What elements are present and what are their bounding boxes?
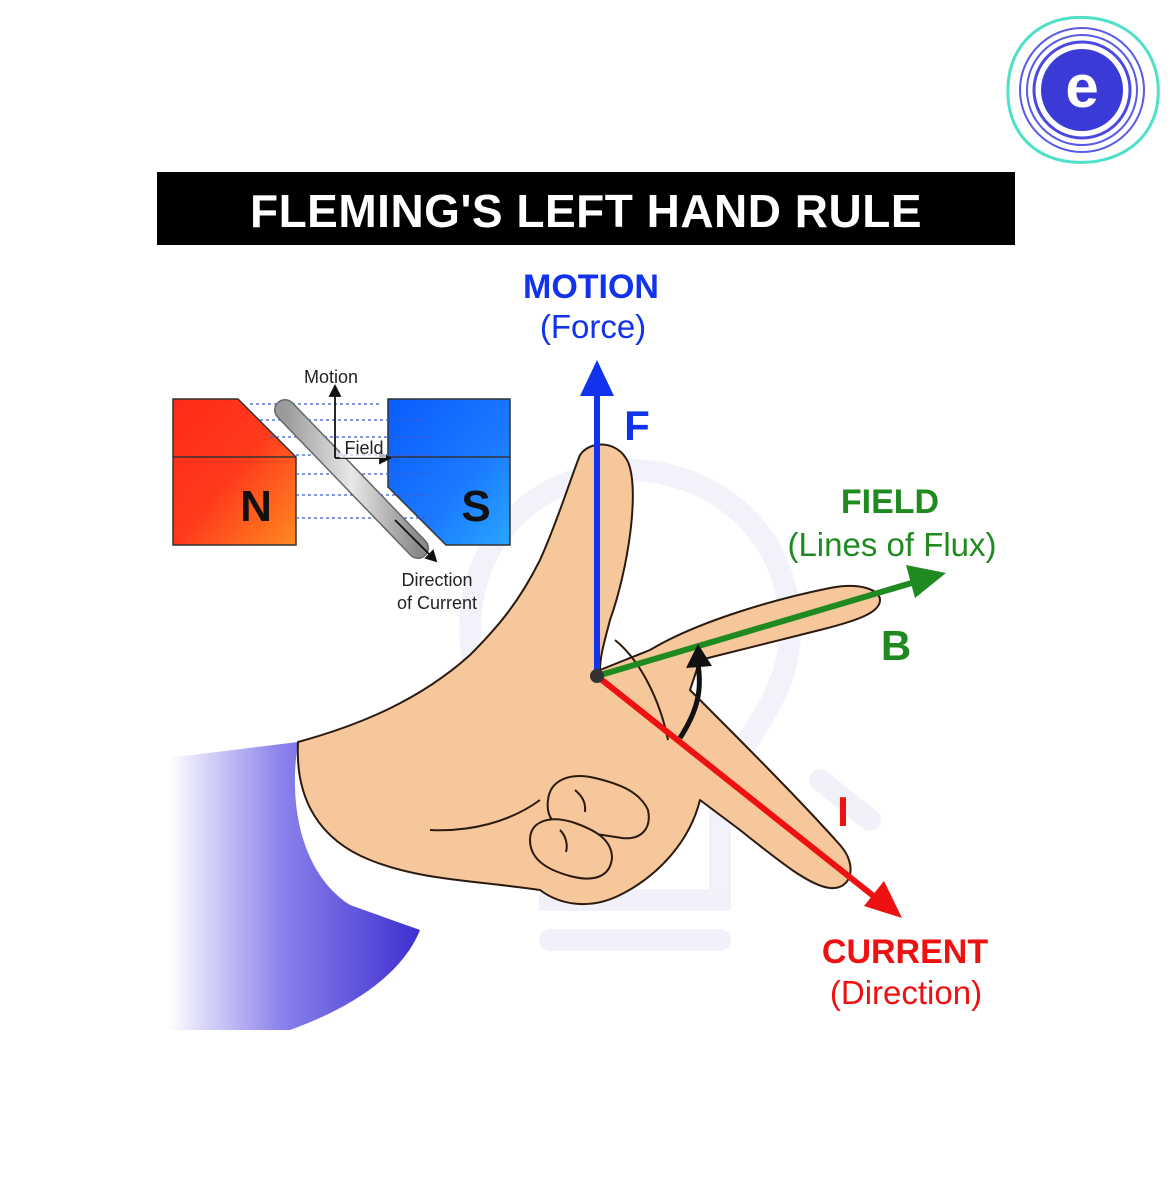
logo-letter: e (1065, 53, 1098, 120)
field-label: FIELD (841, 483, 939, 521)
north-pole-label: N (240, 482, 272, 531)
flemings-left-hand-rule-diagram: e FLEMING'S LEFT HAND RULE N S Motion Fi… (157, 15, 1160, 1030)
current-sub-label: (Direction) (830, 974, 982, 1011)
north-magnet: N (172, 398, 297, 546)
motion-label: MOTION (523, 268, 659, 306)
field-sub-label: (Lines of Flux) (787, 526, 996, 563)
inset-current-label-1: Direction (401, 570, 472, 590)
current-symbol: I (837, 788, 849, 835)
current-label: CURRENT (822, 933, 988, 971)
vector-origin (590, 669, 604, 683)
force-symbol: F (624, 402, 650, 449)
page-title: FLEMING'S LEFT HAND RULE (250, 185, 922, 237)
inset-field-label: Field (344, 438, 383, 458)
inset-motion-label: Motion (304, 367, 358, 387)
field-symbol: B (881, 622, 911, 669)
brand-logo: e (1006, 15, 1160, 164)
motion-sub-label: (Force) (540, 308, 646, 345)
south-pole-label: S (461, 482, 490, 531)
magnet-inset: N S Motion Field Direction of Current (172, 367, 511, 613)
inset-current-label-2: of Current (397, 593, 477, 613)
